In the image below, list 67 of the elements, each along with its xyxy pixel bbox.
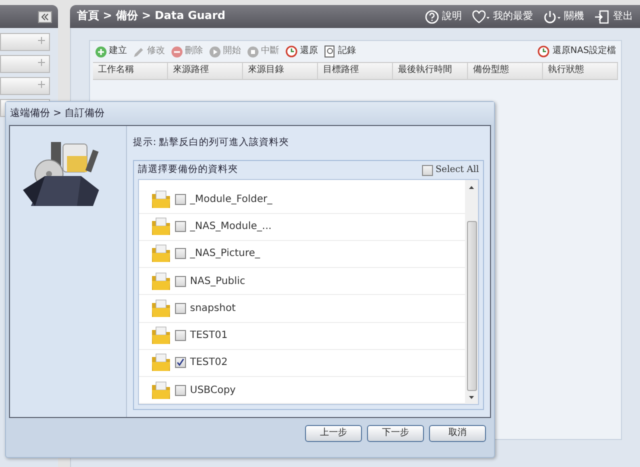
folder-name[interactable]: _NAS_Picture_ bbox=[190, 246, 260, 262]
power-icon bbox=[543, 10, 561, 24]
sidebar-item[interactable] bbox=[0, 55, 50, 73]
folder-icon bbox=[151, 217, 171, 236]
folder-icon bbox=[151, 244, 171, 264]
checkbox[interactable] bbox=[175, 221, 186, 232]
toolbar-button[interactable]: 還原NAS設定檔 bbox=[537, 44, 616, 58]
column-header[interactable]: 工作名稱 bbox=[93, 63, 168, 79]
folder-icon bbox=[151, 298, 171, 318]
folder-name[interactable]: _Module_Folder_ bbox=[190, 192, 272, 207]
column-header[interactable]: 目標路徑 bbox=[318, 63, 393, 79]
header-link[interactable]: 登出 bbox=[594, 9, 633, 24]
checkbox[interactable] bbox=[175, 330, 186, 342]
column-header[interactable]: 最後執行時間 bbox=[393, 63, 468, 79]
folder-name[interactable]: TEST02 bbox=[190, 355, 228, 370]
header-link[interactable]: 我的最愛 bbox=[472, 9, 533, 24]
checkbox[interactable] bbox=[175, 276, 186, 287]
folder-icon bbox=[151, 380, 171, 400]
folder-name[interactable]: NAS_Public bbox=[190, 274, 246, 289]
checkbox[interactable] bbox=[422, 164, 433, 176]
sidebar-item[interactable] bbox=[0, 77, 50, 95]
folder-icon bbox=[151, 326, 171, 346]
checkbox[interactable] bbox=[175, 248, 186, 260]
plus-icon bbox=[38, 81, 45, 88]
checkbox[interactable] bbox=[175, 194, 186, 205]
column-header[interactable]: 備份型態 bbox=[468, 63, 543, 79]
toolbar-button[interactable]: 記錄 bbox=[324, 44, 356, 58]
dialog-button[interactable]: 下一步 bbox=[367, 425, 424, 442]
folder-name[interactable]: USBCopy bbox=[190, 382, 236, 398]
folder-icon bbox=[151, 272, 171, 291]
plus-icon bbox=[38, 37, 45, 44]
scroll-up-icon[interactable] bbox=[468, 184, 475, 192]
folder-name[interactable]: snapshot bbox=[190, 300, 236, 316]
toolbar-button[interactable]: 建立 bbox=[95, 44, 127, 58]
column-header[interactable]: 來源目錄 bbox=[243, 63, 318, 79]
column-header[interactable]: 來源路徑 bbox=[168, 63, 243, 79]
stop-icon bbox=[247, 46, 259, 58]
folder-name[interactable]: TEST01 bbox=[190, 328, 228, 344]
checkbox[interactable] bbox=[175, 357, 186, 368]
column-header[interactable]: 執行狀態 bbox=[543, 63, 618, 79]
heart-icon bbox=[472, 10, 490, 24]
plus-icon bbox=[38, 59, 45, 66]
select-all-checkbox[interactable]: Select All bbox=[422, 164, 479, 177]
scroll-down-icon[interactable] bbox=[468, 394, 475, 402]
toolbar-button[interactable]: 還原 bbox=[285, 44, 318, 58]
logout-icon bbox=[594, 10, 610, 24]
folder-icon bbox=[151, 190, 171, 209]
dialog-button[interactable]: 上一步 bbox=[305, 425, 362, 442]
checkbox[interactable] bbox=[175, 384, 186, 396]
folder-icon bbox=[151, 353, 171, 372]
pencil-icon bbox=[133, 46, 145, 58]
breadcrumb: 首頁 > 備份 > Data Guard bbox=[77, 8, 226, 24]
help-icon bbox=[425, 10, 439, 24]
list-title: 請選擇要備份的資料夾 bbox=[138, 163, 238, 178]
dialog-title: 遠端備份 > 自訂備份 bbox=[10, 106, 105, 121]
checkbox[interactable] bbox=[175, 302, 186, 314]
minus-circle-icon bbox=[171, 46, 183, 58]
plus-circle-icon bbox=[95, 46, 107, 58]
header-link[interactable]: 說明 bbox=[425, 9, 462, 24]
dialog-button[interactable]: 取消 bbox=[429, 425, 486, 442]
hint-text: 提示: 點擊反白的列可進入該資料夾 bbox=[133, 136, 290, 150]
play-icon bbox=[209, 46, 221, 58]
header-link[interactable]: 關機 bbox=[543, 9, 584, 24]
folder-name[interactable]: _NAS_Module_... bbox=[190, 219, 272, 234]
sidebar-item[interactable] bbox=[0, 33, 50, 51]
collapse-icon[interactable] bbox=[38, 10, 52, 22]
scrollbar[interactable] bbox=[465, 180, 478, 404]
